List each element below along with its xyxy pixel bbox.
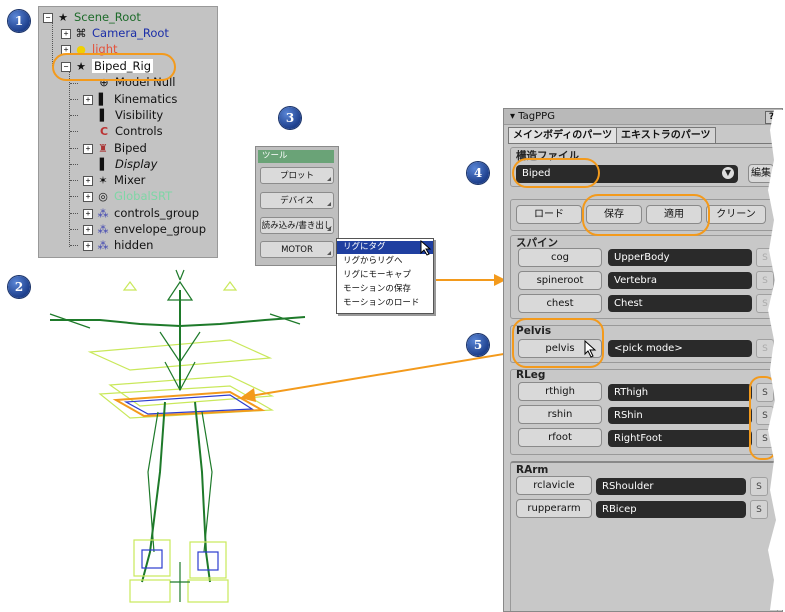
visibility-icon: ▌ — [99, 109, 109, 122]
group-icon: ⁂ — [97, 239, 109, 252]
spineroot-button[interactable]: spineroot — [518, 271, 602, 290]
expand-icon[interactable]: + — [83, 240, 93, 251]
tree-item-globalsrt[interactable]: + ◎ GlobalSRT — [83, 188, 172, 204]
highlight-biped-rig — [52, 53, 176, 81]
expand-icon[interactable]: + — [61, 28, 71, 39]
tab-extra-parts[interactable]: エキストラのパーツ — [616, 127, 716, 143]
pelvis-field[interactable]: <pick mode> — [608, 340, 752, 357]
tree-item-controls-group[interactable]: + ⁂ controls_group — [83, 205, 199, 221]
expand-icon[interactable]: + — [83, 224, 93, 235]
rshin-button[interactable]: rshin — [518, 405, 602, 424]
rig-illustration — [49, 269, 306, 603]
expand-icon[interactable]: + — [83, 175, 93, 186]
menu-item-mocap-to-rig[interactable]: リグにモーキャプ — [337, 269, 433, 282]
highlight-structure-file — [512, 158, 600, 188]
rthigh-button[interactable]: rthigh — [518, 382, 602, 401]
cog-field[interactable]: UpperBody — [608, 249, 752, 266]
rarm-label: RArm — [516, 464, 549, 476]
load-button[interactable]: ロード — [516, 205, 582, 224]
import-export-button[interactable]: 読み込み/書き出し — [260, 217, 334, 234]
tools-header: ツール — [258, 150, 334, 163]
tools-panel: ツール プロット デバイス 読み込み/書き出し MOTOR — [255, 146, 339, 266]
group-icon: ⁂ — [97, 207, 109, 220]
device-button[interactable]: デバイス — [260, 192, 334, 209]
tab-bar: メインボディのパーツ エキストラのパーツ — [508, 127, 778, 144]
tree-item-hidden[interactable]: + ⁂ hidden — [83, 237, 153, 253]
collapse-icon[interactable]: − — [43, 12, 53, 23]
menu-item-rig-to-rig[interactable]: リグからリグへ — [337, 255, 433, 268]
tab-main-body[interactable]: メインボディのパーツ — [508, 127, 618, 143]
plot-button[interactable]: プロット — [260, 167, 334, 184]
kinematics-icon: ▌ — [98, 93, 108, 106]
rshin-field[interactable]: RShin — [608, 407, 752, 424]
spineroot-field[interactable]: Vertebra — [608, 272, 752, 289]
expand-icon[interactable]: + — [83, 191, 93, 202]
pointer-arrow — [240, 351, 517, 402]
chest-button[interactable]: chest — [518, 294, 602, 313]
clean-button[interactable]: クリーン — [706, 205, 766, 224]
rupperarm-field[interactable]: RBicep — [596, 501, 746, 518]
rleg-label: RLeg — [516, 369, 546, 381]
figure-icon: ★ — [58, 11, 68, 24]
display-icon: ▌ — [99, 158, 109, 171]
menu-item-tag-rig[interactable]: リグにタグ — [337, 241, 433, 254]
menu-item-load-motion[interactable]: モーションのロード — [337, 297, 433, 310]
rig-viewport — [49, 269, 306, 603]
camera-icon: ⌘ — [75, 27, 87, 40]
tree-item-display[interactable]: ▌ Display — [97, 156, 158, 172]
globalsrt-icon: ◎ — [98, 190, 108, 203]
pointer-cursor-icon — [584, 340, 597, 358]
step-badge-1: 1 — [8, 10, 30, 32]
cog-button[interactable]: cog — [518, 248, 602, 267]
step-badge-3: 3 — [279, 107, 301, 129]
step-badge-4: 4 — [467, 162, 489, 184]
mixer-icon: ✶ — [98, 174, 108, 187]
rupperarm-button[interactable]: rupperarm — [516, 499, 592, 518]
torn-edge-decoration — [768, 110, 784, 610]
controls-icon: C — [99, 125, 109, 138]
scene-explorer: − ★ Scene_Root + ⌘ Camera_Root + ● light − ★ Bip… — [38, 6, 218, 258]
rfoot-field[interactable]: RightFoot — [608, 430, 752, 447]
rfoot-button[interactable]: rfoot — [518, 428, 602, 447]
tree-item-visibility[interactable]: ▌ Visibility — [97, 107, 163, 123]
group-icon: ⁂ — [97, 223, 109, 236]
expand-icon[interactable]: + — [83, 94, 93, 105]
tree-item-scene-root[interactable]: − ★ Scene_Root — [43, 9, 141, 25]
tree-item-controls[interactable]: C Controls — [97, 123, 163, 139]
tree-item-kinematics[interactable]: + ▌ Kinematics — [83, 91, 177, 107]
panel-title-bar: ▾ TagPPG — [504, 109, 782, 125]
motor-button[interactable]: MOTOR — [260, 241, 334, 258]
highlight-save-apply — [582, 194, 710, 236]
tree-item-biped[interactable]: + ♜ Biped — [83, 140, 147, 156]
rclavicle-button[interactable]: rclavicle — [516, 476, 592, 495]
step-badge-2: 2 — [8, 276, 30, 298]
mouse-cursor-icon — [420, 240, 432, 256]
chest-field[interactable]: Chest — [608, 295, 752, 312]
rthigh-field[interactable]: RThigh — [608, 384, 752, 401]
collapse-triangle-icon[interactable]: ▾ — [510, 111, 518, 122]
expand-icon[interactable]: + — [83, 208, 93, 219]
expand-icon[interactable]: + — [83, 143, 93, 154]
tree-item-envelope-group[interactable]: + ⁂ envelope_group — [83, 221, 206, 237]
rclavicle-field[interactable]: RShoulder — [596, 478, 746, 495]
dropdown-arrow-icon[interactable]: ▼ — [722, 167, 734, 179]
biped-icon: ♜ — [98, 142, 108, 155]
tree-item-mixer[interactable]: + ✶ Mixer — [83, 172, 145, 188]
tree-item-camera-root[interactable]: + ⌘ Camera_Root — [61, 25, 169, 41]
menu-to-panel-arrow — [432, 274, 506, 286]
menu-item-save-motion[interactable]: モーションの保存 — [337, 283, 433, 296]
